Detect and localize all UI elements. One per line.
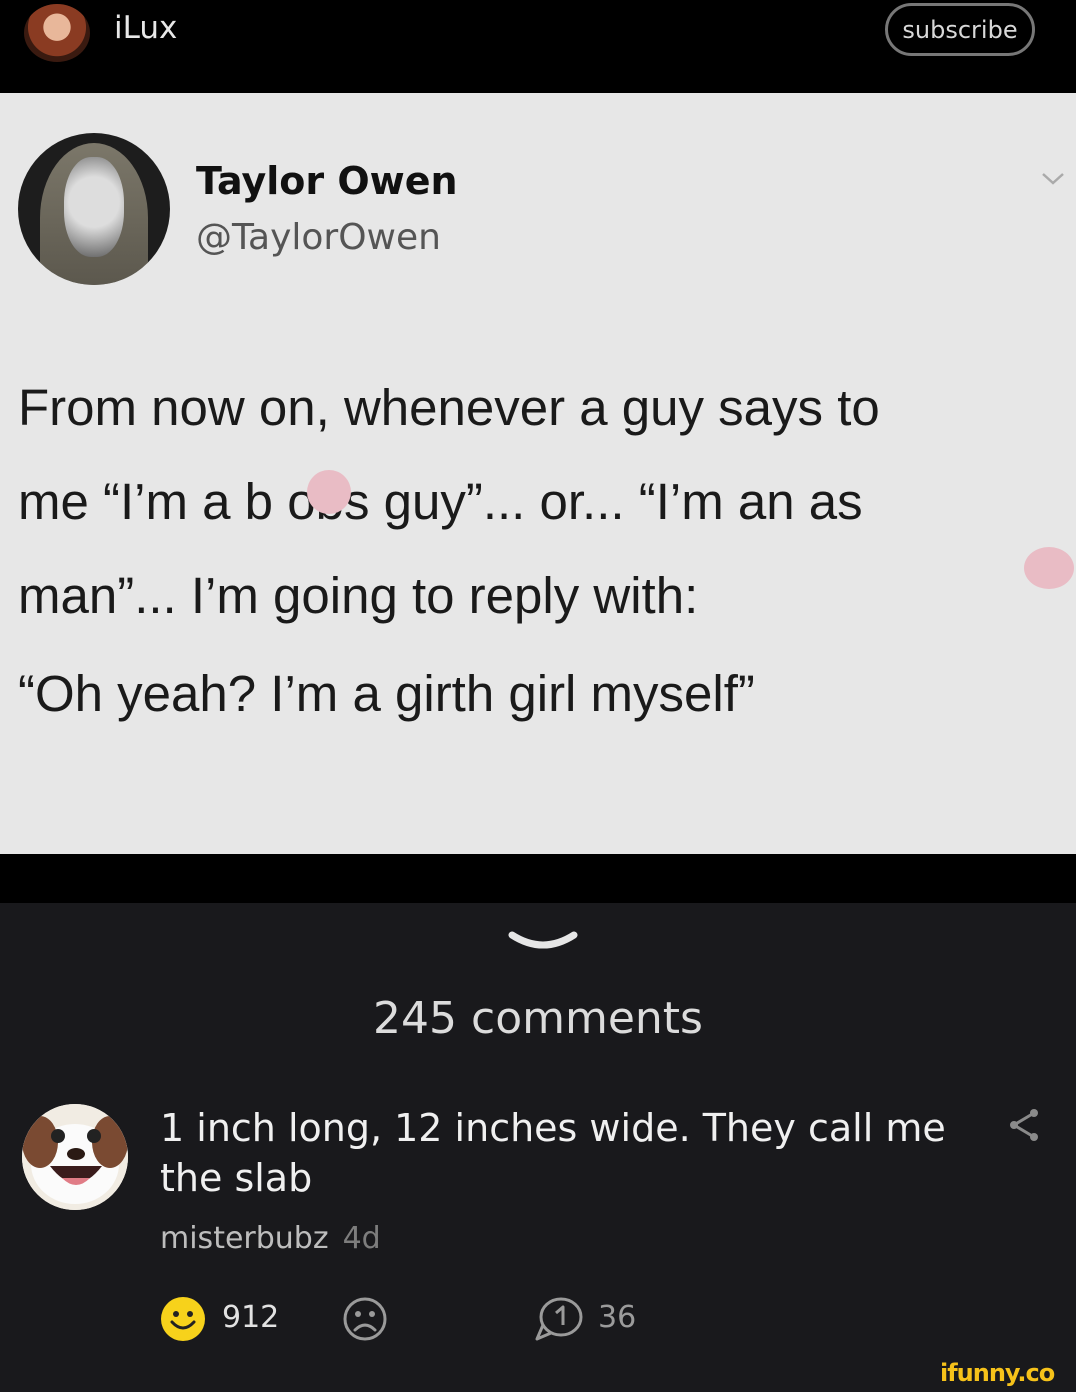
subscribe-button[interactable]: subscribe: [885, 3, 1035, 56]
watermark-logo: ifunny.co: [940, 1359, 1055, 1387]
comments-panel: 245 comments 1 inch long, 12 inches wide…: [0, 903, 1076, 1392]
like-count: 912: [222, 1300, 280, 1335]
tweet-author-avatar: [18, 133, 170, 285]
comment-text: 1 inch long, 12 inches wide. They call m…: [160, 1106, 946, 1200]
chevron-down-icon: [1042, 173, 1064, 185]
smile-icon[interactable]: [160, 1296, 206, 1342]
tweet-author-handle: @TaylorOwen: [196, 217, 441, 258]
collapse-handle-icon[interactable]: [508, 929, 578, 959]
post-image: Taylor Owen @TaylorOwen From now on, whe…: [0, 93, 1076, 854]
tweet-line: From now on, whenever a guy says to: [18, 379, 880, 436]
divider-band: [0, 854, 1076, 903]
reply-icon[interactable]: [535, 1295, 585, 1343]
comment-time: 4d: [342, 1221, 381, 1256]
reply-count: 36: [598, 1300, 637, 1335]
comments-count: 245 comments: [373, 993, 703, 1044]
tweet-line: man”... I’m going to reply with:: [18, 567, 699, 624]
censor-blot: [1024, 547, 1074, 589]
dog-avatar-icon: [22, 1104, 128, 1210]
share-icon[interactable]: [1004, 1105, 1044, 1145]
censor-blot: [307, 470, 351, 514]
channel-avatar[interactable]: [24, 4, 90, 62]
tweet-line: “Oh yeah? I’m a girth girl myself”: [18, 665, 755, 722]
channel-name[interactable]: iLux: [114, 10, 177, 46]
top-bar: iLux subscribe: [0, 0, 1076, 93]
commenter-avatar[interactable]: [22, 1104, 128, 1210]
tweet-text: From now on, whenever a guy says to me “…: [18, 361, 1058, 741]
tweet-line: me “I’m a b obs guy”... or... “I’m an as: [18, 473, 863, 530]
tweet-author-name: Taylor Owen: [196, 159, 458, 203]
comment-username[interactable]: misterbubz: [160, 1221, 329, 1256]
comment-meta: misterbubz 4d: [160, 1221, 381, 1256]
unsmile-icon[interactable]: [342, 1296, 388, 1342]
